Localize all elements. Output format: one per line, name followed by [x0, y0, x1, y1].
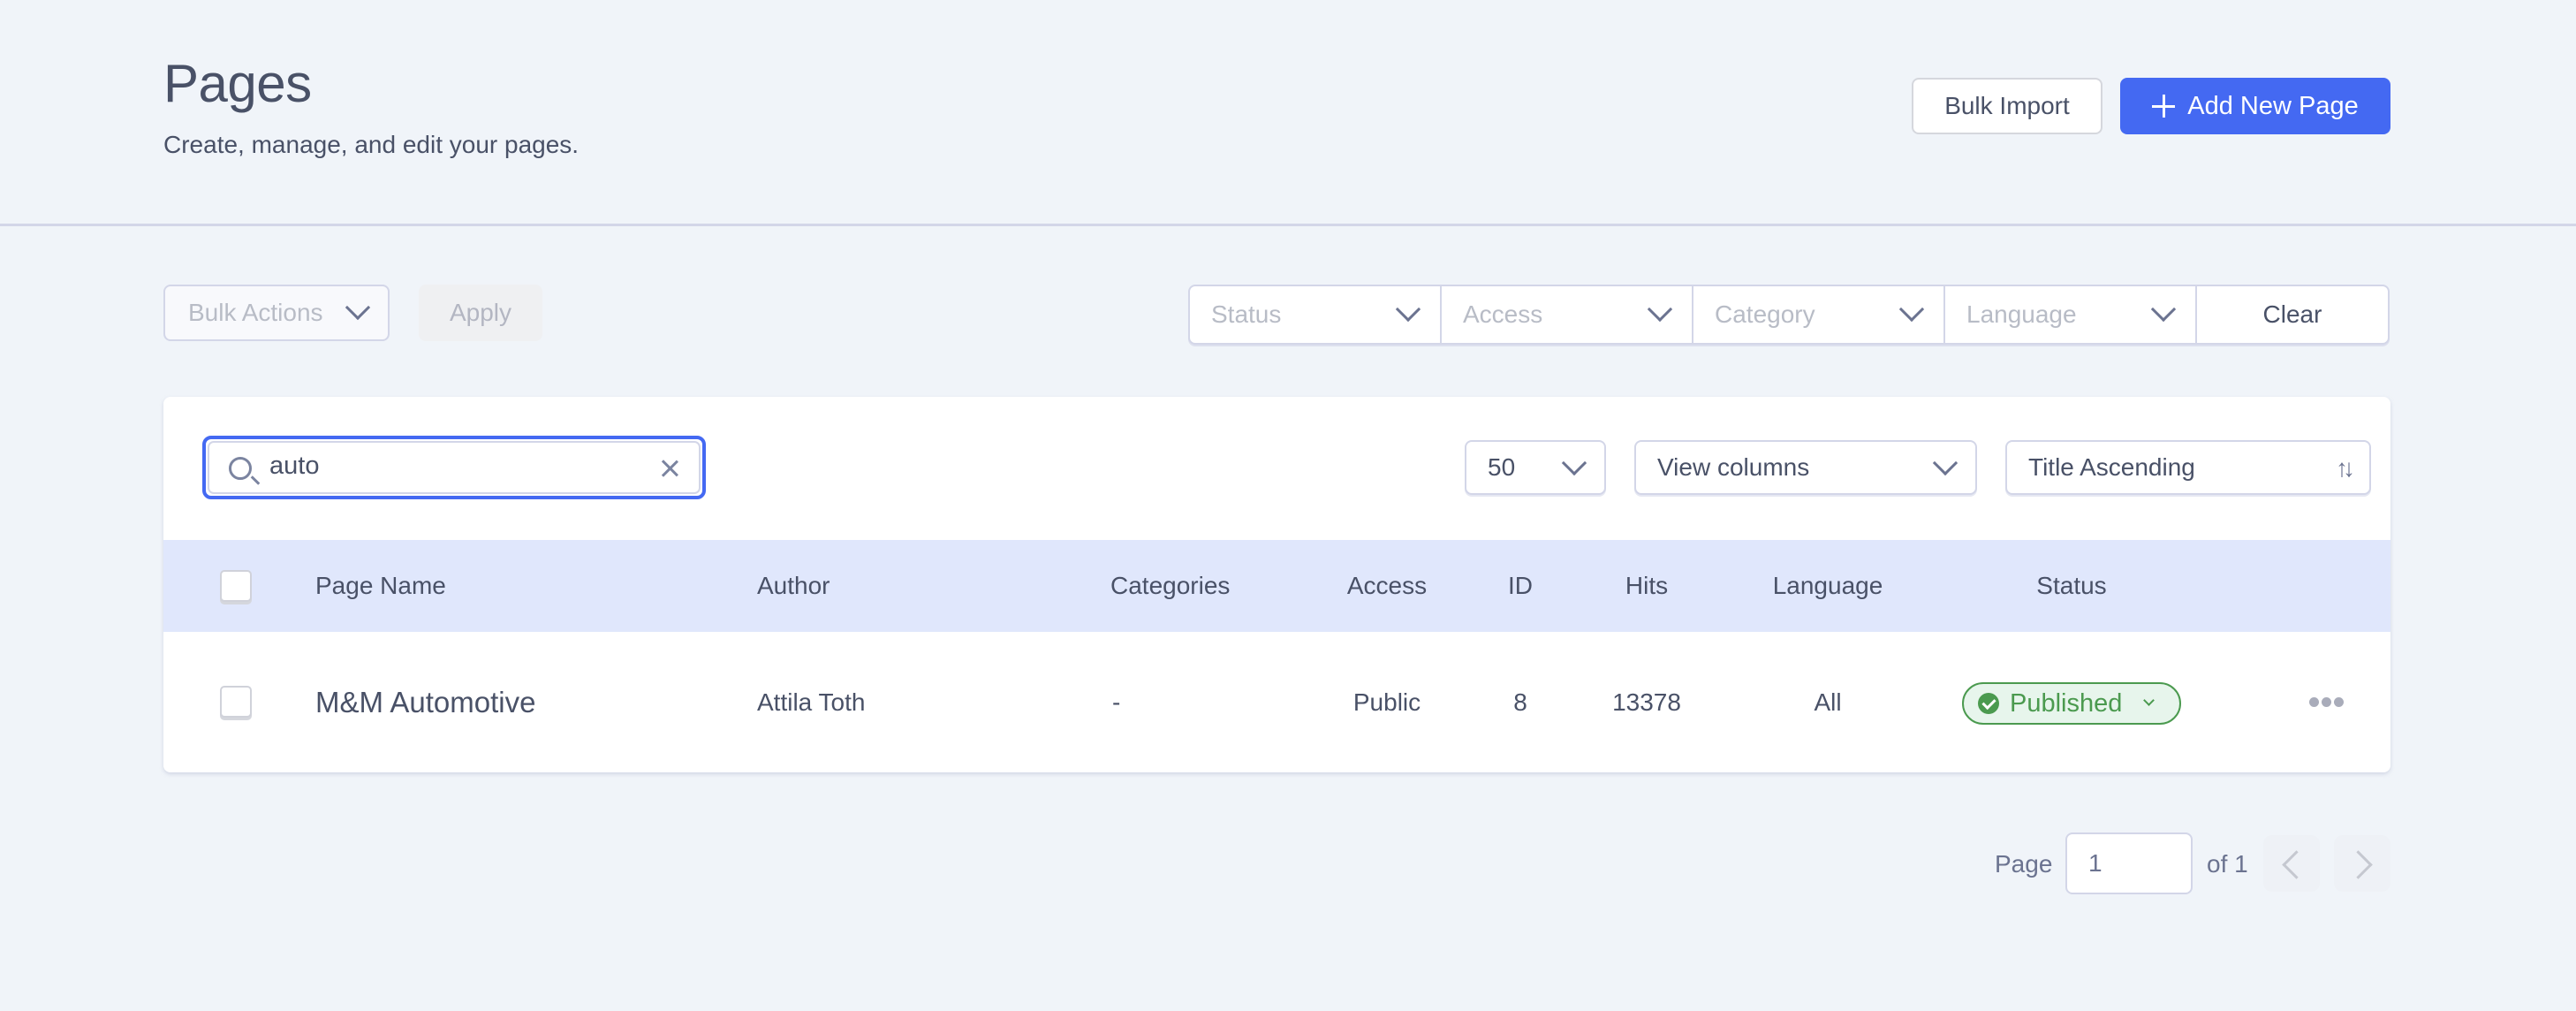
page-header: Pages Create, manage, and edit your page…: [0, 0, 2576, 226]
author-cell: Attila Toth: [757, 688, 866, 716]
hits-cell: 13378: [1612, 688, 1681, 716]
bulk-actions-select[interactable]: Bulk Actions: [163, 285, 390, 341]
status-badge[interactable]: Published: [1962, 682, 2181, 725]
dot: [2309, 697, 2319, 707]
column-header-page-name[interactable]: Page Name: [315, 540, 446, 632]
pages-table-card: auto 50 View columns Title Ascending ↑↓ …: [163, 397, 2390, 772]
more-actions-icon[interactable]: [2309, 697, 2344, 707]
chevron-down-icon: [1898, 296, 1925, 323]
sort-arrows-icon: ↑↓: [2336, 454, 2355, 482]
chevron-down-icon: [1932, 450, 1959, 476]
chevron-down-icon: [345, 294, 371, 321]
id-cell: 8: [1513, 688, 1527, 716]
column-header-status[interactable]: Status: [2036, 540, 2106, 632]
page-label: Page: [1995, 850, 2053, 878]
select-all-checkbox[interactable]: [220, 570, 252, 602]
search-input[interactable]: auto: [202, 436, 706, 499]
dot: [2334, 697, 2344, 707]
language-filter-placeholder: Language: [1966, 300, 2077, 328]
chevron-down-icon: [1561, 450, 1587, 476]
table-row: M&M Automotive Attila Toth - Public 8 13…: [163, 632, 2390, 772]
check-circle-icon: [1978, 693, 1999, 714]
page-subtitle: Create, manage, and edit your pages.: [163, 131, 580, 158]
column-header-id[interactable]: ID: [1508, 540, 1533, 632]
per-page-value: 50: [1488, 453, 1516, 481]
access-filter-placeholder: Access: [1463, 300, 1543, 328]
page-name-link[interactable]: M&M Automotive: [315, 632, 535, 772]
previous-page-button[interactable]: [2263, 835, 2320, 892]
per-page-select[interactable]: 50: [1465, 440, 1606, 495]
add-new-page-button[interactable]: Add New Page: [2120, 78, 2390, 134]
language-filter[interactable]: Language: [1945, 286, 2197, 343]
chevron-down-icon: [2143, 695, 2155, 706]
column-header-author[interactable]: Author: [757, 540, 830, 632]
dot: [2322, 697, 2331, 707]
add-new-page-label: Add New Page: [2187, 91, 2359, 120]
clear-filters-button[interactable]: Clear: [2197, 286, 2388, 343]
bulk-import-button[interactable]: Bulk Import: [1912, 78, 2102, 134]
sort-select[interactable]: Title Ascending ↑↓: [2005, 440, 2371, 495]
bulk-actions-placeholder: Bulk Actions: [188, 299, 323, 326]
table-header: Page Name Author Categories Access ID Hi…: [163, 540, 2390, 632]
view-columns-select[interactable]: View columns: [1634, 440, 1977, 495]
search-value[interactable]: auto: [269, 452, 319, 481]
page-title: Pages: [163, 54, 312, 113]
page-number-input[interactable]: [2065, 832, 2193, 894]
search-input-inner: auto: [208, 441, 701, 494]
row-checkbox[interactable]: [220, 686, 252, 718]
plus-icon: [2152, 95, 2176, 118]
chevron-down-icon: [1647, 296, 1673, 323]
chevron-down-icon: [2150, 296, 2177, 323]
chevron-down-icon: [1395, 296, 1421, 323]
status-filter-placeholder: Status: [1211, 300, 1282, 328]
column-header-categories[interactable]: Categories: [1110, 540, 1230, 632]
status-filter[interactable]: Status: [1190, 286, 1442, 343]
apply-button[interactable]: Apply: [419, 285, 542, 341]
column-header-language[interactable]: Language: [1773, 540, 1883, 632]
column-header-hits[interactable]: Hits: [1625, 540, 1668, 632]
page-total-label: of 1: [2207, 850, 2248, 878]
category-filter-placeholder: Category: [1715, 300, 1815, 328]
filter-group: Status Access Category Language Clear: [1188, 285, 2390, 345]
column-header-access[interactable]: Access: [1347, 540, 1427, 632]
access-cell: Public: [1352, 688, 1421, 716]
clear-search-icon[interactable]: [656, 455, 683, 482]
status-label: Published: [2010, 688, 2123, 718]
access-filter[interactable]: Access: [1442, 286, 1693, 343]
category-filter[interactable]: Category: [1693, 286, 1945, 343]
language-cell: All: [1814, 688, 1842, 716]
next-page-button[interactable]: [2334, 835, 2390, 892]
view-columns-label: View columns: [1657, 453, 1810, 481]
search-icon: [229, 457, 252, 480]
sort-label: Title Ascending: [2028, 453, 2195, 481]
categories-cell: -: [1112, 688, 1121, 716]
